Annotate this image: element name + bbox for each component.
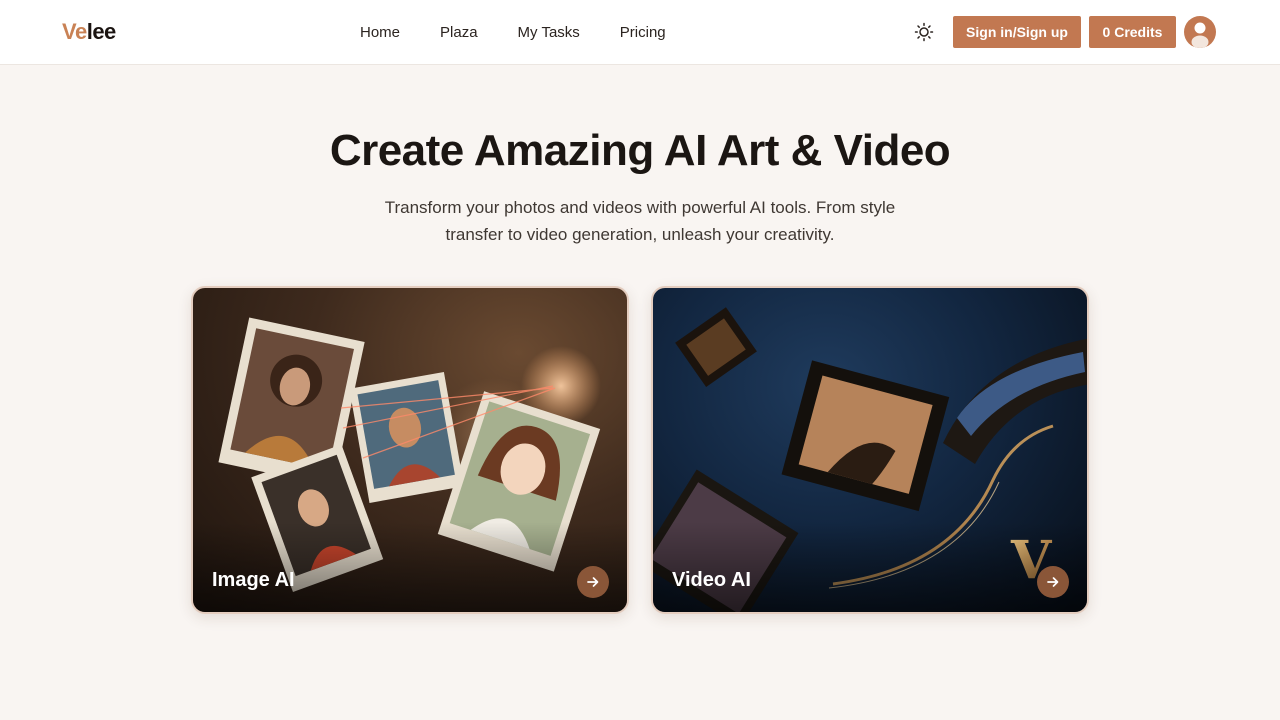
page-title: Create Amazing AI Art & Video xyxy=(329,126,951,175)
arrow-right-icon xyxy=(587,577,599,587)
theme-toggle-button[interactable] xyxy=(910,18,938,46)
sign-in-button[interactable]: Sign in/Sign up xyxy=(953,16,1081,48)
nav-item-pricing[interactable]: Pricing xyxy=(600,24,686,41)
avatar[interactable] xyxy=(1184,16,1216,48)
nav-item-home[interactable]: Home xyxy=(340,24,420,41)
arrow-right-icon xyxy=(1047,577,1059,587)
page-subtitle: Transform your photos and videos with po… xyxy=(384,198,896,244)
video-ai-open-button[interactable] xyxy=(1037,566,1069,598)
image-ai-card[interactable]: Image AI xyxy=(191,286,629,614)
user-icon xyxy=(1191,22,1209,48)
image-ai-label: Image AI xyxy=(212,569,295,591)
card-shade xyxy=(653,522,1087,612)
top-navigation-bar: Velee Home Plaza My Tasks Pricing Sign i… xyxy=(0,0,1280,65)
video-ai-label: Video AI xyxy=(672,569,751,591)
main-nav: Home Plaza My Tasks Pricing xyxy=(340,0,686,64)
video-ai-card[interactable]: V Video AI xyxy=(651,286,1089,614)
credits-button[interactable]: 0 Credits xyxy=(1089,16,1176,48)
sun-icon xyxy=(914,22,934,42)
logo[interactable]: Velee xyxy=(62,19,116,45)
card-shade xyxy=(193,522,627,612)
image-ai-open-button[interactable] xyxy=(577,566,609,598)
nav-item-plaza[interactable]: Plaza xyxy=(420,24,498,41)
nav-item-my-tasks[interactable]: My Tasks xyxy=(498,24,600,41)
